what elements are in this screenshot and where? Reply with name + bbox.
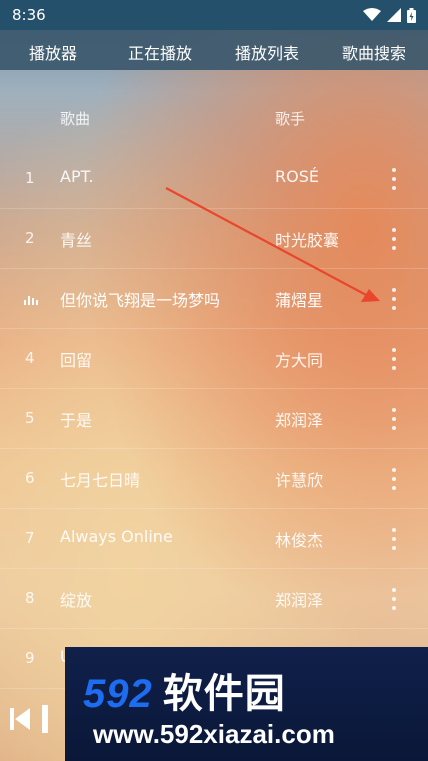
watermark-brand-number: 592: [83, 672, 153, 716]
playback-controls: [8, 705, 50, 733]
song-list: 1 APT. ROSÉ 2 青丝 时光胶囊 但你说飞翔是一场梦吗 蒲熠星 4 回…: [0, 149, 428, 689]
song-row[interactable]: 7 Always Online 林俊杰: [0, 509, 428, 569]
list-header: 歌曲 歌手: [0, 100, 428, 136]
song-artist: 许慧欣: [275, 471, 324, 490]
more-options-icon[interactable]: [388, 408, 400, 430]
song-number: 2: [25, 229, 35, 247]
song-title: APT.: [60, 167, 94, 186]
tab-song-search[interactable]: 歌曲搜索: [342, 40, 406, 64]
watermark-brand-text: 软件园: [162, 672, 286, 716]
song-title: 但你说飞翔是一场梦吗: [60, 291, 221, 310]
song-title: 七月七日晴: [60, 471, 141, 490]
song-artist: 方大同: [275, 351, 324, 370]
more-options-icon[interactable]: [388, 228, 400, 250]
song-number: 1: [25, 169, 35, 187]
song-row[interactable]: 1 APT. ROSÉ: [0, 149, 428, 209]
song-artist: 郑润泽: [275, 591, 324, 610]
status-time: 8:36: [12, 6, 46, 24]
song-number: 5: [25, 409, 35, 427]
song-number: 6: [25, 469, 35, 487]
more-options-icon[interactable]: [388, 468, 400, 490]
song-title: 回留: [60, 351, 93, 370]
status-icons: [363, 7, 416, 23]
song-artist: 时光胶囊: [275, 231, 340, 250]
song-number: 7: [25, 529, 35, 547]
song-title: 于是: [60, 411, 93, 430]
play-pause-icon[interactable]: [42, 705, 50, 733]
more-options-icon[interactable]: [388, 288, 400, 310]
tab-now-playing[interactable]: 正在播放: [128, 40, 192, 64]
song-title: 绽放: [60, 591, 93, 610]
signal-icon: [387, 8, 401, 22]
more-options-icon[interactable]: [388, 588, 400, 610]
more-options-icon[interactable]: [388, 348, 400, 370]
wifi-icon: [363, 8, 381, 21]
song-row[interactable]: 5 于是 郑润泽: [0, 389, 428, 449]
song-row-now-playing[interactable]: 但你说飞翔是一场梦吗 蒲熠星: [0, 269, 428, 329]
song-artist: 郑润泽: [275, 411, 324, 430]
song-number: 9: [25, 649, 35, 667]
more-options-icon[interactable]: [388, 168, 400, 190]
artist-column-header: 歌手: [275, 110, 306, 128]
tab-bar: 播放器 正在播放 播放列表 歌曲搜索: [0, 30, 428, 70]
song-row[interactable]: 2 青丝 时光胶囊: [0, 209, 428, 269]
watermark-logo: 592 软件园 www.592xiazai.com: [65, 647, 428, 761]
previous-track-icon[interactable]: [8, 706, 32, 732]
watermark-url: www.592xiazai.com: [93, 719, 335, 749]
song-artist: 蒲熠星: [275, 291, 324, 310]
battery-icon: [407, 7, 416, 23]
status-bar: 8:36: [0, 0, 428, 30]
song-artist: 林俊杰: [275, 531, 324, 550]
song-column-header: 歌曲: [60, 110, 91, 128]
song-title: Always Online: [60, 527, 173, 546]
song-number: 8: [25, 589, 35, 607]
song-row[interactable]: 8 绽放 郑润泽: [0, 569, 428, 629]
song-row[interactable]: 6 七月七日晴 许慧欣: [0, 449, 428, 509]
song-title: 青丝: [60, 231, 93, 250]
tab-playlist[interactable]: 播放列表: [235, 40, 299, 64]
song-number: 4: [25, 349, 35, 367]
equalizer-icon: [24, 291, 38, 305]
more-options-icon[interactable]: [388, 528, 400, 550]
tab-player[interactable]: 播放器: [29, 40, 77, 64]
song-row[interactable]: 4 回留 方大同: [0, 329, 428, 389]
song-artist: ROSÉ: [275, 167, 319, 186]
